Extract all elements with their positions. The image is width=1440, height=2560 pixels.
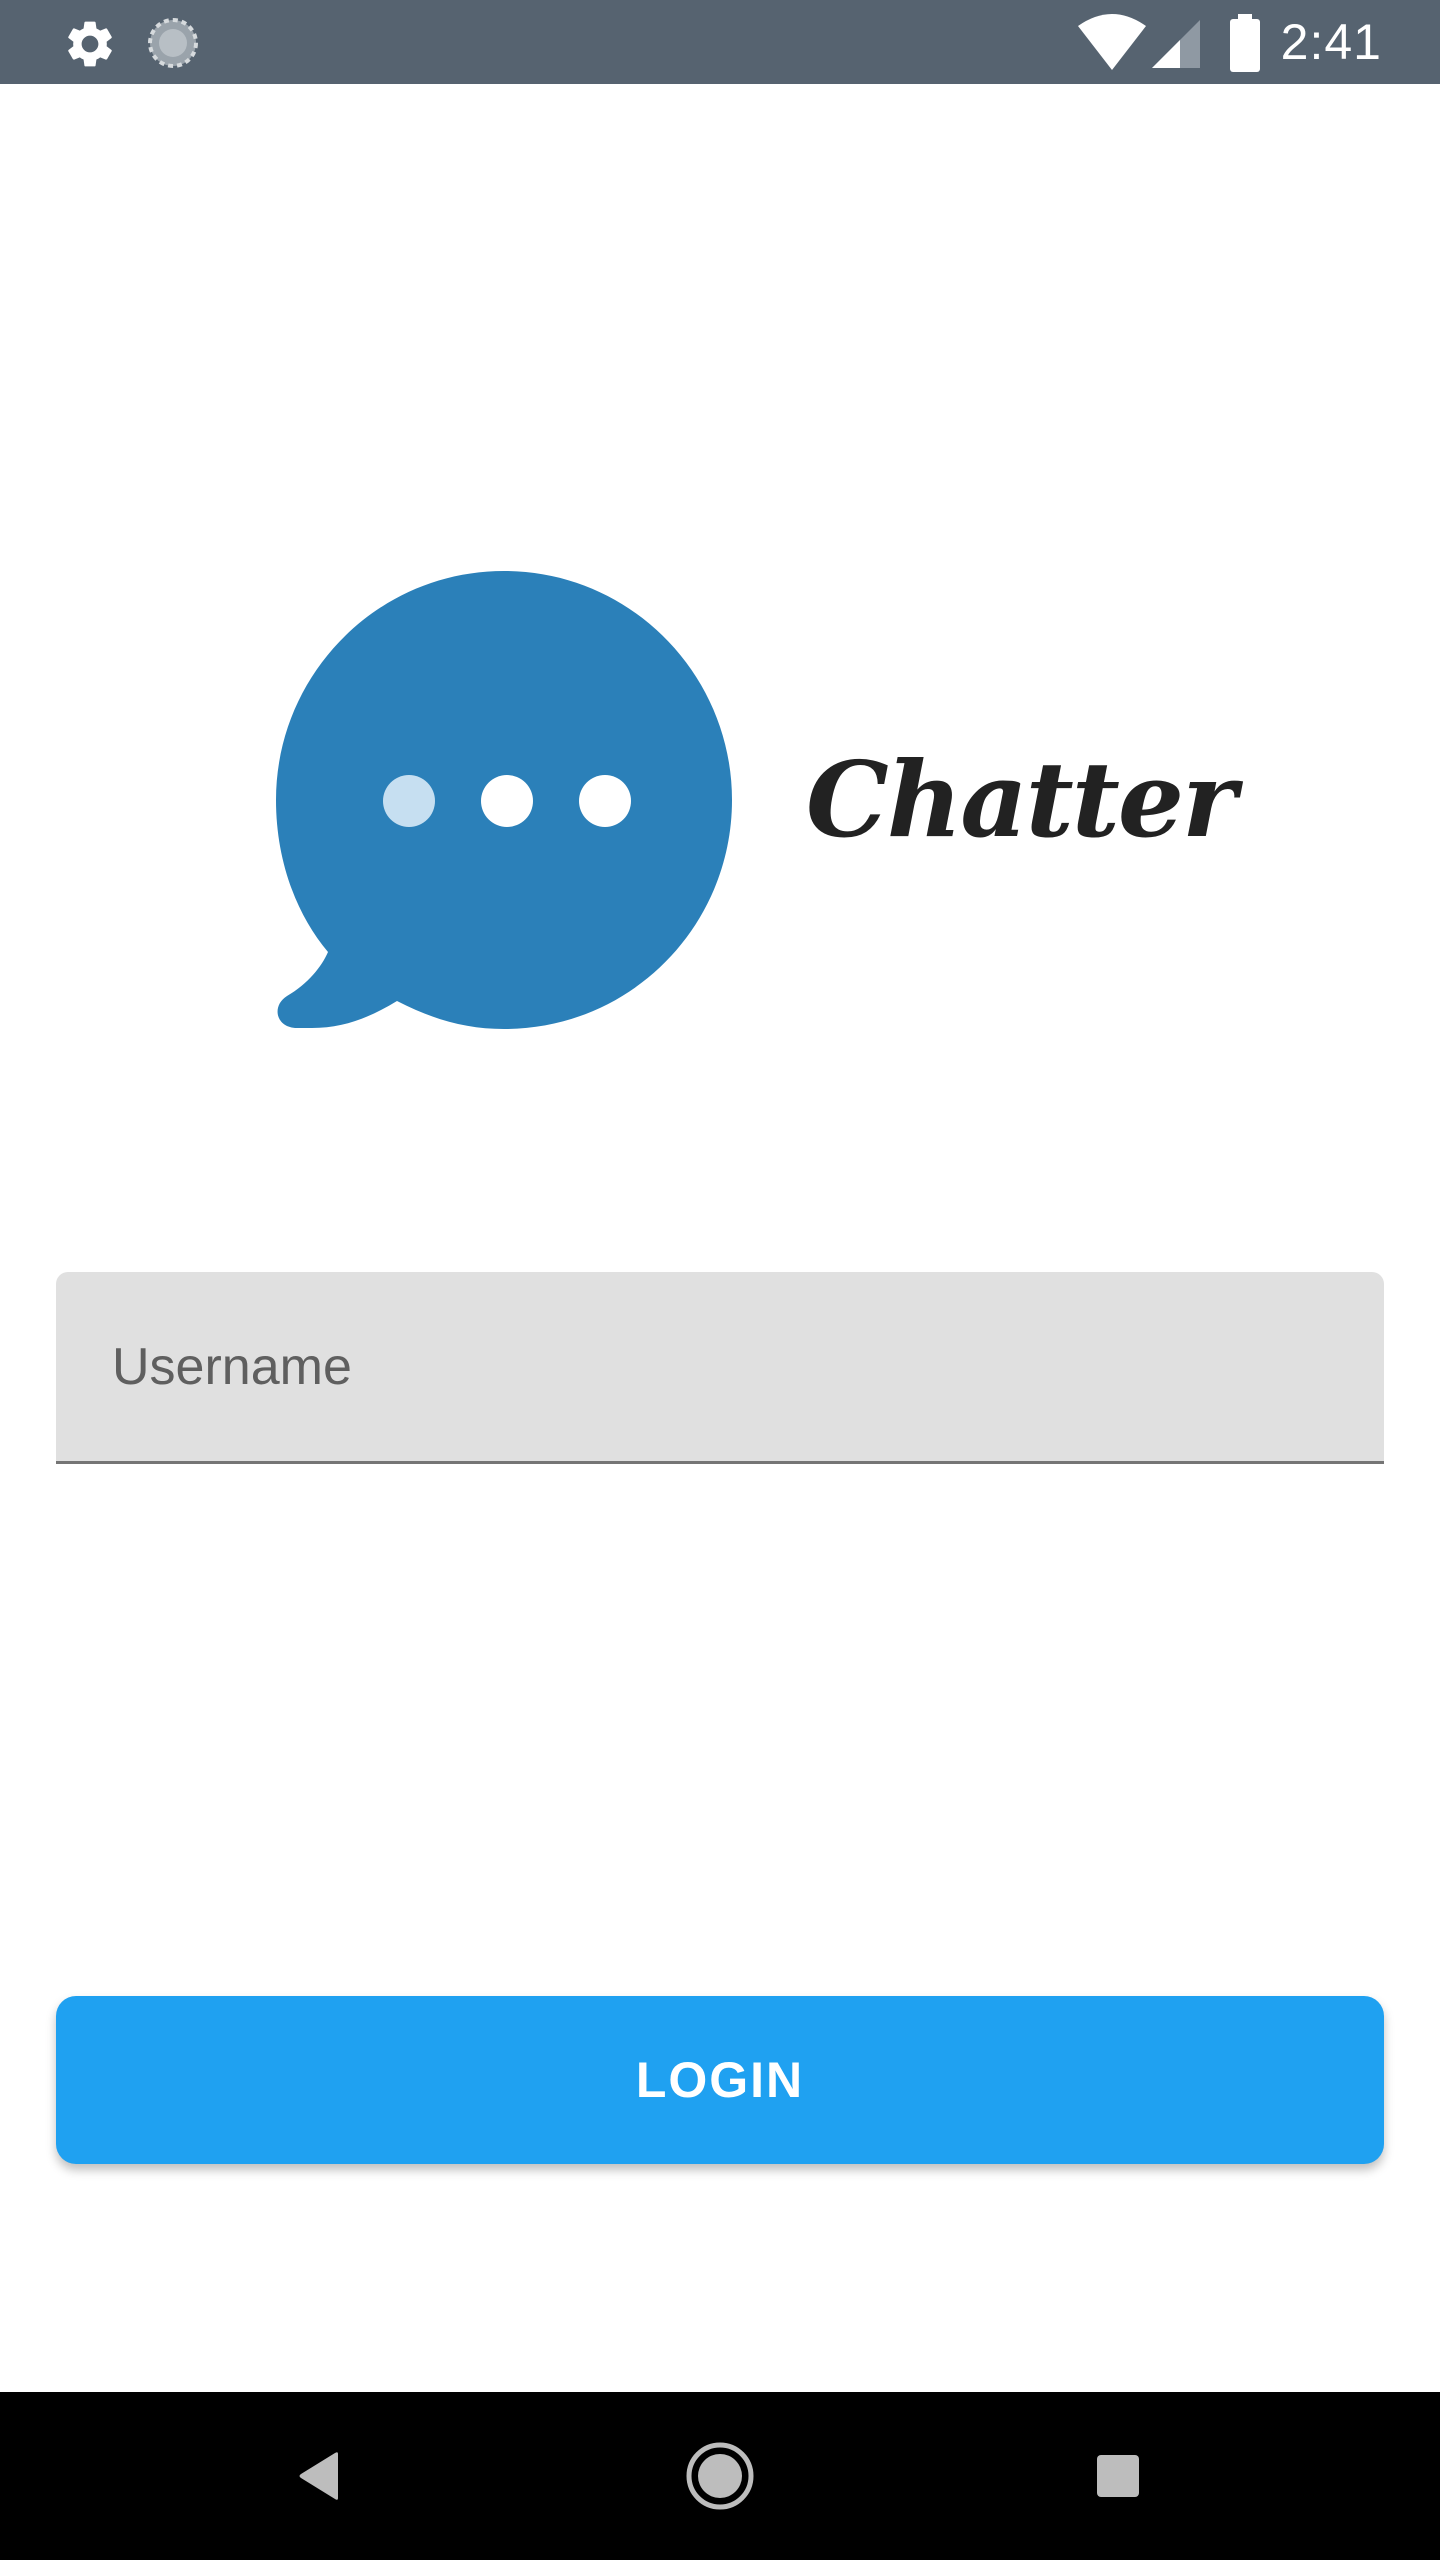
wifi-icon: [1078, 14, 1146, 70]
navigation-bar: [0, 2392, 1440, 2560]
recents-icon: [1097, 2455, 1139, 2497]
back-icon: [299, 2452, 338, 2500]
back-button[interactable]: [236, 2392, 404, 2560]
login-button[interactable]: LOGIN: [56, 1996, 1384, 2164]
cellular-signal-icon: [1152, 20, 1200, 68]
chat-bubble-icon: [276, 571, 732, 1029]
status-bar: 2:41: [0, 0, 1440, 84]
home-icon: [686, 2442, 754, 2510]
login-button-label: LOGIN: [635, 2052, 805, 2108]
status-time: 2:41: [1280, 14, 1382, 70]
home-button[interactable]: [636, 2392, 804, 2560]
login-screen: 2:41 Chatter LOGIN: [0, 0, 1440, 2560]
app-name: Chatter: [806, 738, 1237, 861]
settings-gear-icon: [68, 21, 112, 67]
loading-spinner-icon: [148, 18, 198, 68]
username-input[interactable]: [112, 1272, 1332, 1461]
username-field[interactable]: [56, 1272, 1384, 1464]
recents-button[interactable]: [1034, 2392, 1202, 2560]
battery-icon: [1230, 14, 1260, 72]
